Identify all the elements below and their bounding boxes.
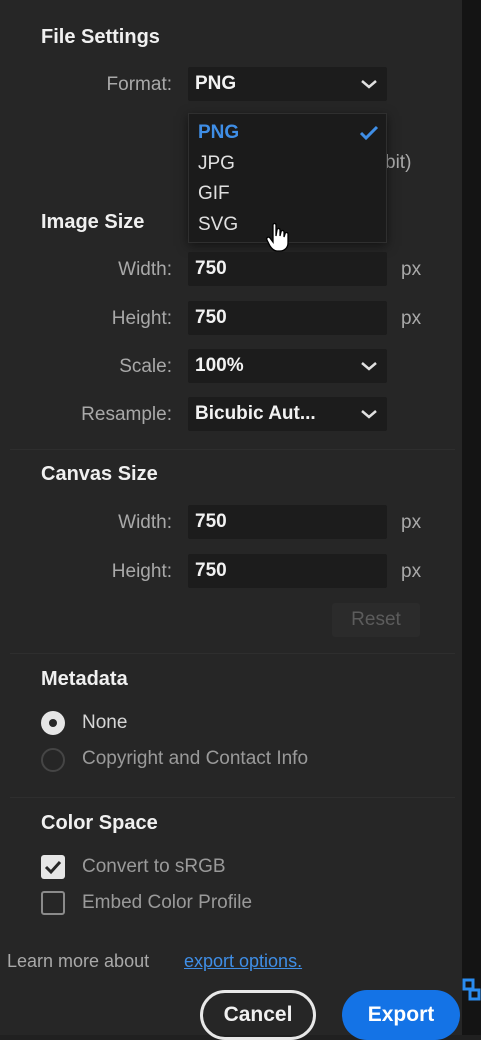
format-option-png[interactable]: PNG [198,122,239,144]
checkmark-icon [44,860,62,875]
scale-label: Scale: [119,356,172,377]
canvas-width-unit: px [401,512,422,533]
resample-select[interactable]: Bicubic Aut... [188,397,387,431]
image-height-label: Height: [111,308,172,329]
file-settings-title: File Settings [41,26,160,48]
canvas-size-title: Canvas Size [41,463,158,485]
reset-button[interactable]: Reset [332,603,420,637]
embed-profile-checkbox[interactable] [41,891,65,915]
metadata-none-label: None [82,712,128,733]
canvas-width-label: Width: [118,512,172,533]
format-option-svg[interactable]: SVG [198,214,238,236]
hand-cursor-icon [266,222,289,252]
cancel-button[interactable]: Cancel [200,990,316,1040]
export-button[interactable]: Export [342,990,460,1040]
image-width-input[interactable]: 750 [188,252,387,286]
chevron-down-icon [359,67,379,101]
image-width-label: Width: [118,259,172,280]
image-size-title: Image Size [41,211,145,233]
format-label: Format: [106,74,172,95]
canvas-height-input[interactable]: 750 [188,554,387,588]
section-divider [10,797,455,798]
format-option-note: bit) [385,152,412,173]
format-value: PNG [195,73,237,94]
image-height-input[interactable]: 750 [188,301,387,335]
convert-srgb-checkbox[interactable] [41,855,65,879]
chevron-down-icon [359,349,379,383]
chevron-down-icon [359,397,379,431]
checkmark-icon [359,125,379,146]
image-width-unit: px [401,259,422,280]
metadata-none-radio[interactable] [41,711,65,735]
canvas-width-input[interactable]: 750 [188,505,387,539]
image-height-unit: px [401,308,422,329]
embed-profile-label: Embed Color Profile [82,892,253,913]
section-divider [10,653,455,654]
resample-label: Resample: [81,404,172,425]
scale-value: 100% [195,355,244,376]
metadata-title: Metadata [41,668,128,690]
section-divider [10,449,455,450]
resample-value: Bicubic Aut... [195,403,316,424]
export-options-link[interactable]: export options. [184,951,302,972]
app-logo-icon [462,978,481,1001]
color-space-title: Color Space [41,812,158,834]
format-option-jpg[interactable]: JPG [198,153,235,175]
metadata-copyright-label: Copyright and Contact Info [82,748,309,769]
scale-select[interactable]: 100% [188,349,387,383]
format-select[interactable]: PNG [188,67,387,101]
metadata-copyright-radio[interactable] [41,748,65,772]
learn-more-text: Learn more about [7,951,150,971]
canvas-height-unit: px [401,561,422,582]
window-edge [462,0,481,1035]
convert-srgb-label: Convert to sRGB [82,856,226,877]
format-option-gif[interactable]: GIF [198,183,230,205]
canvas-height-label: Height: [111,561,172,582]
